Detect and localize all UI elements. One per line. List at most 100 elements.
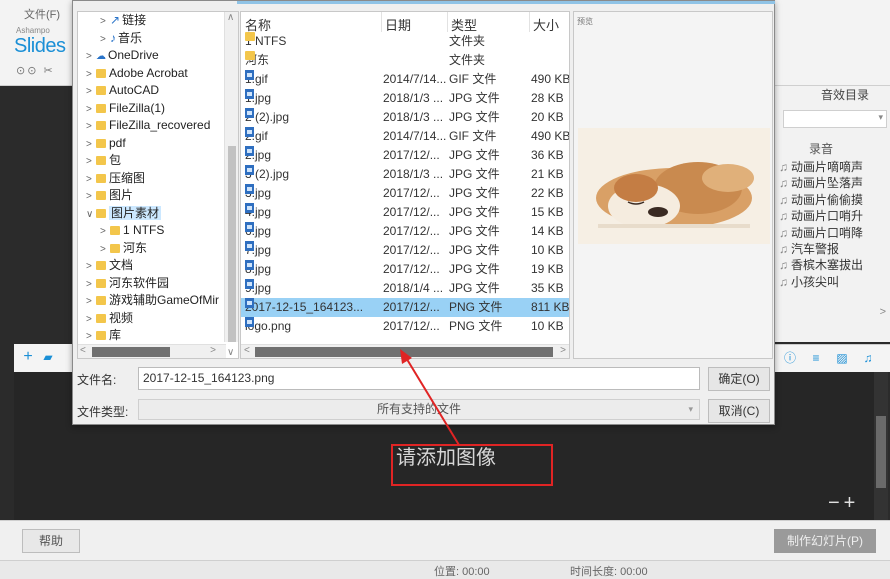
- folder-icon: [96, 138, 106, 148]
- scroll-left-icon[interactable]: <: [80, 345, 86, 356]
- chevron-right-icon[interactable]: >: [86, 83, 96, 100]
- scroll-right-icon[interactable]: >: [880, 306, 886, 318]
- file-row[interactable]: 2.jpg 2017/12/... JPG 文件 36 KB: [241, 146, 569, 165]
- sound-effect-item[interactable]: ♫ 动画片口哨降: [779, 224, 890, 240]
- scroll-up-icon[interactable]: ∧: [227, 12, 234, 23]
- sound-effects-title: 音效目录: [821, 88, 870, 102]
- sound-effect-item[interactable]: ♫ 汽车警报: [779, 240, 890, 256]
- tree-item[interactable]: > pdf: [86, 135, 126, 153]
- tree-item[interactable]: > 库: [86, 327, 121, 345]
- path-bar[interactable]: [237, 1, 775, 4]
- file-row[interactable]: 7.jpg 2017/12/... JPG 文件 10 KB: [241, 241, 569, 260]
- help-button[interactable]: 帮助: [22, 529, 80, 553]
- file-row[interactable]: 3.jpg 2017/12/... JPG 文件 22 KB: [241, 184, 569, 203]
- tree-item[interactable]: >1 NTFS: [100, 222, 164, 240]
- chevron-right-icon[interactable]: >: [100, 13, 110, 30]
- file-row[interactable]: 6.jpg 2017/12/... JPG 文件 14 KB: [241, 222, 569, 241]
- filetype-select[interactable]: 所有支持的文件 ▾: [138, 399, 700, 420]
- file-row[interactable]: 9.jpg 2018/1/4 ... JPG 文件 35 KB: [241, 279, 569, 298]
- tree-item[interactable]: > ♪ 音乐: [100, 30, 142, 48]
- file-row[interactable]: logo.png 2017/12/... PNG 文件 10 KB: [241, 317, 569, 336]
- scroll-right-icon[interactable]: >: [560, 345, 566, 356]
- scroll-thumb[interactable]: [228, 146, 236, 342]
- chevron-right-icon[interactable]: >: [86, 66, 96, 83]
- sound-effect-item[interactable]: ♫ 香槟木塞拔出: [779, 256, 890, 272]
- scroll-thumb[interactable]: [92, 347, 170, 357]
- scroll-down-icon[interactable]: ∨: [227, 347, 234, 358]
- sound-category-select[interactable]: ▾: [783, 110, 887, 128]
- sound-effect-item[interactable]: ♫ 动画片嘀嘀声: [779, 158, 890, 174]
- cancel-button[interactable]: 取消(C): [708, 399, 770, 423]
- file-row[interactable]: 1.gif 2014/7/14... GIF 文件 490 KB: [241, 70, 569, 89]
- tree-item[interactable]: > FileZilla_recovered: [86, 117, 210, 135]
- chevron-right-icon[interactable]: >: [86, 311, 96, 328]
- ok-button[interactable]: 确定(O): [708, 367, 770, 391]
- filename-input[interactable]: 2017-12-15_164123.png: [138, 367, 700, 390]
- make-slideshow-button[interactable]: 制作幻灯片(P): [774, 529, 876, 553]
- chevron-right-icon[interactable]: >: [86, 136, 96, 153]
- chevron-right-icon[interactable]: >: [86, 101, 96, 118]
- scroll-thumb[interactable]: [876, 416, 886, 488]
- tree-item[interactable]: > FileZilla(1): [86, 100, 165, 118]
- tree-item[interactable]: ∨ 图片素材: [86, 205, 162, 223]
- canvas-scrollbar[interactable]: [874, 372, 888, 520]
- tree-item[interactable]: > 文档: [86, 257, 133, 275]
- picture-icon[interactable]: ▨: [834, 350, 850, 366]
- tree-item[interactable]: > 河东: [100, 240, 147, 258]
- tree-item[interactable]: > 视频: [86, 310, 133, 328]
- playback-controls[interactable]: ⊙⊙ ✂: [16, 64, 55, 77]
- chevron-right-icon[interactable]: >: [100, 241, 110, 258]
- image-icon[interactable]: ▰: [40, 349, 56, 365]
- tree-item[interactable]: > ↗ 链接: [100, 12, 146, 30]
- scroll-thumb[interactable]: [255, 347, 553, 357]
- chevron-right-icon[interactable]: >: [86, 48, 96, 65]
- music-note-icon: ♫: [779, 241, 788, 256]
- tree-item[interactable]: > ☁ OneDrive: [86, 47, 159, 65]
- sound-effect-item[interactable]: ♫ 动画片偷偷摸: [779, 191, 890, 207]
- scroll-left-icon[interactable]: <: [244, 345, 250, 356]
- file-row[interactable]: 2.gif 2014/7/14... GIF 文件 490 KB: [241, 127, 569, 146]
- file-size: 10 KB: [531, 319, 564, 333]
- tree-item[interactable]: > Adobe Acrobat: [86, 65, 188, 83]
- tree-vertical-scrollbar[interactable]: ∧ ∨: [224, 12, 238, 358]
- info-icon[interactable]: ⓘ: [782, 350, 798, 366]
- file-row[interactable]: 1 NTFS 文件夹: [241, 32, 569, 51]
- scroll-right-icon[interactable]: >: [210, 345, 216, 356]
- file-row[interactable]: 2017-12-15_164123... 2017/12/... PNG 文件 811…: [241, 298, 569, 317]
- chevron-right-icon[interactable]: >: [86, 276, 96, 293]
- file-row[interactable]: 1.jpg 2018/1/3 ... JPG 文件 28 KB: [241, 89, 569, 108]
- chevron-right-icon[interactable]: >: [86, 328, 96, 345]
- chevron-right-icon[interactable]: >: [86, 118, 96, 135]
- file-row[interactable]: 4.jpg 2017/12/... JPG 文件 15 KB: [241, 203, 569, 222]
- tree-item-label: 1 NTFS: [123, 223, 165, 237]
- tree-item[interactable]: > 游戏辅助GameOfMir: [86, 292, 219, 310]
- align-icon[interactable]: ≡: [808, 350, 824, 366]
- zoom-control[interactable]: −+: [828, 492, 859, 515]
- tree-item[interactable]: > 河东软件园: [86, 275, 169, 293]
- file-row[interactable]: 8.jpg 2017/12/... JPG 文件 19 KB: [241, 260, 569, 279]
- chevron-right-icon[interactable]: >: [100, 223, 110, 240]
- chevron-right-icon[interactable]: >: [86, 293, 96, 310]
- file-row[interactable]: 2 (2).jpg 2018/1/3 ... JPG 文件 20 KB: [241, 108, 569, 127]
- sound-effect-item[interactable]: ♫ 动画片坠落声: [779, 174, 890, 190]
- sound-effect-item[interactable]: ♫ 动画片口哨升: [779, 207, 890, 223]
- tree-item[interactable]: > 压缩图: [86, 170, 145, 188]
- file-list-horizontal-scrollbar[interactable]: < >: [241, 344, 569, 358]
- music-icon[interactable]: ♫: [860, 350, 876, 366]
- file-row[interactable]: 河东 文件夹: [241, 51, 569, 70]
- chevron-down-icon[interactable]: ∨: [86, 206, 96, 223]
- chevron-right-icon[interactable]: >: [86, 153, 96, 170]
- tree-item[interactable]: > AutoCAD: [86, 82, 159, 100]
- tree-horizontal-scrollbar[interactable]: < >: [78, 344, 226, 358]
- sound-effect-item[interactable]: ♫ 小孩尖叫: [779, 273, 890, 289]
- add-icon[interactable]: +: [20, 349, 36, 365]
- chevron-right-icon[interactable]: >: [100, 31, 110, 48]
- tree-item[interactable]: > 图片: [86, 187, 133, 205]
- chevron-right-icon[interactable]: >: [86, 258, 96, 275]
- chevron-right-icon[interactable]: >: [86, 171, 96, 188]
- file-size: 811 KB: [531, 300, 570, 314]
- tree-item[interactable]: > 包: [86, 152, 121, 170]
- chevron-right-icon[interactable]: >: [86, 188, 96, 205]
- file-menu[interactable]: 文件(F): [24, 6, 60, 22]
- file-row[interactable]: 3 (2).jpg 2018/1/3 ... JPG 文件 21 KB: [241, 165, 569, 184]
